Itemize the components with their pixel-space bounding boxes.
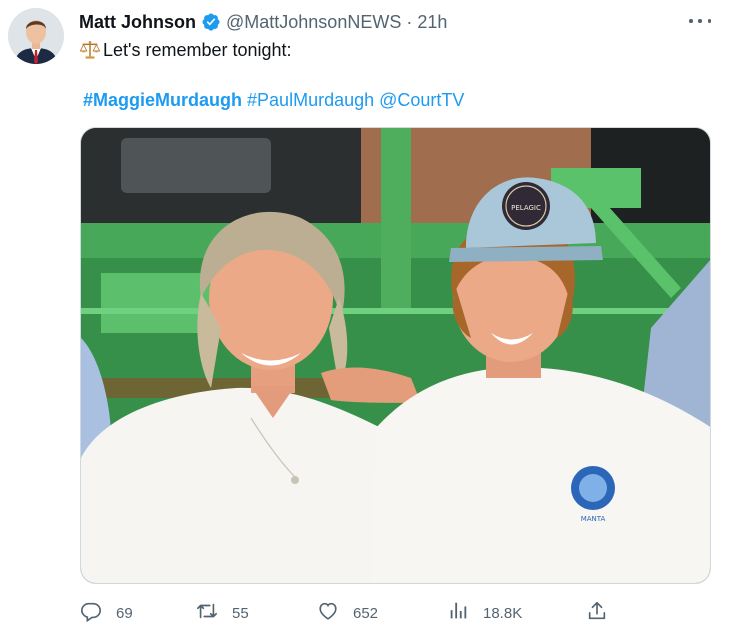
verified-badge-icon bbox=[201, 12, 221, 32]
share-button[interactable] bbox=[586, 598, 608, 628]
author-handle[interactable]: @MattJohnsonNEWS bbox=[226, 12, 401, 33]
hashtag-paul[interactable]: #PaulMurdaugh bbox=[247, 90, 374, 110]
tweet-text: Let's remember tonight: bbox=[79, 38, 292, 62]
mention-courttv[interactable]: @CourtTV bbox=[379, 90, 464, 110]
action-bar: 69 55 652 18.8K bbox=[80, 598, 620, 628]
separator-dot: · bbox=[406, 11, 413, 32]
balance-scale-icon bbox=[79, 39, 101, 61]
hashtag-line: #MaggieMurdaugh #PaulMurdaugh @CourtTV bbox=[83, 88, 464, 112]
more-icon[interactable] bbox=[689, 12, 711, 30]
avatar[interactable] bbox=[8, 8, 64, 64]
reply-count: 69 bbox=[116, 604, 133, 622]
share-icon bbox=[586, 600, 608, 626]
tweet-header: Matt Johnson @MattJohnsonNEWS · 21h bbox=[79, 10, 695, 34]
like-count: 652 bbox=[353, 604, 379, 622]
tweet-time[interactable]: 21h bbox=[417, 12, 447, 33]
tweet-body-text: Let's remember tonight: bbox=[103, 40, 292, 60]
tweet-photo[interactable]: PELAGIC MANTA bbox=[80, 127, 711, 584]
like-button[interactable]: 652 bbox=[317, 598, 378, 628]
views-icon bbox=[447, 600, 469, 626]
reply-icon bbox=[80, 600, 102, 626]
views-count: 18.8K bbox=[483, 604, 523, 622]
views-button[interactable]: 18.8K bbox=[447, 598, 522, 628]
like-icon bbox=[317, 600, 339, 626]
reply-button[interactable]: 69 bbox=[80, 598, 133, 628]
hashtag-maggie[interactable]: #MaggieMurdaugh bbox=[83, 90, 242, 110]
cap-badge-text: PELAGIC bbox=[511, 204, 541, 212]
shirt-logo-text: MANTA bbox=[581, 515, 606, 523]
author-name[interactable]: Matt Johnson bbox=[79, 12, 196, 33]
retweet-count: 55 bbox=[232, 604, 249, 622]
retweet-button[interactable]: 55 bbox=[196, 598, 249, 628]
retweet-icon bbox=[196, 600, 218, 626]
